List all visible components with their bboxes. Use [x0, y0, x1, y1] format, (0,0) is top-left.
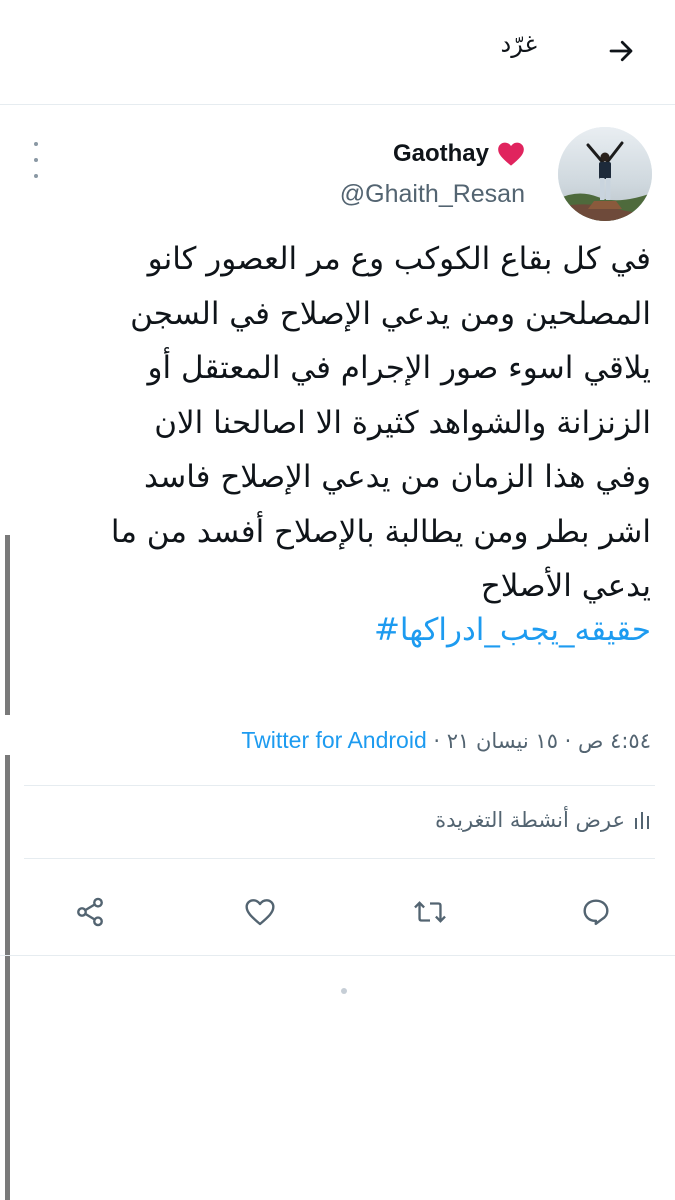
- tweet-actions-bar: [0, 872, 675, 952]
- red-heart-icon: [498, 142, 524, 166]
- display-name[interactable]: Gaothay: [393, 140, 489, 168]
- hashtag-link[interactable]: حقيقه_يجب_ادراكها#: [374, 612, 651, 648]
- like-icon: [245, 899, 275, 926]
- avatar[interactable]: [558, 127, 652, 221]
- reply-icon: [583, 899, 609, 926]
- author-name-row[interactable]: Gaothay: [393, 140, 525, 168]
- tweet-timestamp[interactable]: ٤:٥٤ ص · ١٥ نيسان ٢١ ·: [427, 729, 651, 753]
- reply-button[interactable]: [574, 890, 618, 934]
- arrow-right-icon: [609, 40, 633, 62]
- divider: [0, 955, 675, 956]
- divider: [24, 785, 655, 786]
- tweet-text-line: في كل بقاع الكوكب وع مر العصور كانو: [147, 241, 651, 277]
- tweet-detail-page: غرّد Gaothay @Ghaith_Resan في كل بقاع ال…: [0, 0, 675, 1200]
- tweet-timestamp-row: ٤:٥٤ ص · ١٥ نيسان ٢١ · Twitter for Andro…: [241, 727, 651, 754]
- tweet-source-link[interactable]: Twitter for Android: [241, 727, 426, 753]
- like-button[interactable]: [238, 890, 282, 934]
- left-edge-bar: [5, 755, 10, 1200]
- tweet-text-line: وفي هذا الزمان من يدعي الإصلاح فاسد: [143, 459, 651, 495]
- left-edge-bar: [5, 535, 10, 715]
- tweet-text: في كل بقاع الكوكب وع مر العصور كانو المص…: [21, 232, 651, 614]
- user-handle[interactable]: @Ghaith_Resan: [340, 180, 525, 209]
- view-tweet-activity-label: عرض أنشطة التغريدة: [435, 808, 625, 832]
- vertical-dots-icon: [34, 142, 38, 146]
- back-button[interactable]: [598, 28, 644, 74]
- tweet-text-line: المصلحين ومن يدعي الإصلاح في السجن: [130, 295, 651, 332]
- page-title: غرّد: [500, 30, 537, 58]
- top-app-bar: غرّد: [0, 0, 675, 105]
- view-tweet-activity-button[interactable]: عرض أنشطة التغريدة: [435, 808, 651, 832]
- avatar-image: [558, 127, 652, 221]
- retweet-button[interactable]: [408, 890, 452, 934]
- loading-indicator: [341, 988, 347, 994]
- tweet-text-line: اشر بطر ومن يطالبة بالإصلاح أفسد من ما: [110, 513, 651, 550]
- divider: [24, 858, 655, 859]
- share-icon: [77, 897, 103, 927]
- bar-chart-icon: [635, 812, 649, 829]
- tweet-text-line: يدعي الأصلاح: [480, 568, 651, 604]
- tweet-text-line: الزنزانة والشواهد كثيرة الا اصالحنا الان: [154, 404, 651, 441]
- retweet-icon: [414, 901, 446, 923]
- share-button[interactable]: [68, 890, 112, 934]
- more-options-button[interactable]: [26, 142, 46, 178]
- tweet-text-line: يلاقي اسوء صور الإجرام في المعتقل أو: [147, 350, 651, 386]
